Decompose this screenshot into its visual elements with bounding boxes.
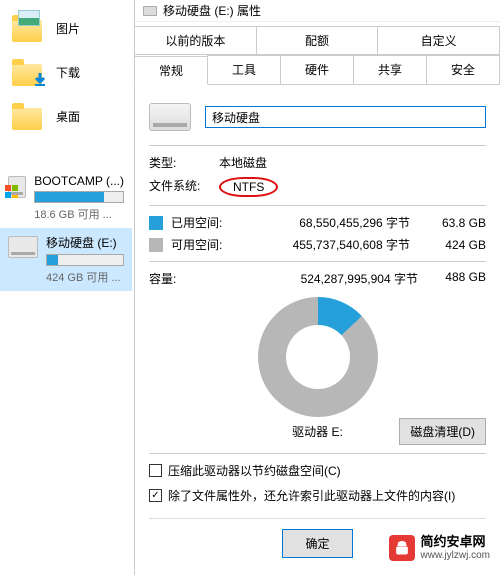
free-swatch bbox=[149, 238, 163, 252]
tabs-row-2: 常规 工具 硬件 共享 安全 bbox=[135, 55, 500, 85]
desktop-icon bbox=[12, 102, 46, 130]
usage-donut-chart bbox=[258, 297, 378, 417]
drive-free-text: 18.6 GB 可用 ... bbox=[34, 206, 124, 222]
filesystem-label: 文件系统: bbox=[149, 177, 219, 197]
filesystem-value: NTFS bbox=[219, 177, 278, 197]
used-swatch bbox=[149, 216, 163, 230]
pictures-icon bbox=[12, 14, 46, 42]
sidebar-label: 图片 bbox=[56, 20, 80, 37]
used-gb: 63.8 GB bbox=[428, 216, 486, 230]
watermark-url: www.jylzwj.com bbox=[421, 550, 490, 561]
sidebar-item-downloads[interactable]: 下载 bbox=[12, 50, 132, 94]
drive-letter-label: 驱动器 E: bbox=[292, 423, 343, 440]
capacity-bytes: 524,287,995,904 字节 bbox=[231, 270, 428, 287]
compress-label: 压缩此驱动器以节约磁盘空间(C) bbox=[168, 462, 341, 479]
downloads-icon bbox=[12, 58, 46, 86]
free-bytes: 455,737,540,608 字节 bbox=[239, 236, 420, 253]
drive-name: BOOTCAMP (...) bbox=[34, 174, 124, 188]
index-label: 除了文件属性外，还允许索引此驱动器上文件的内容(I) bbox=[168, 487, 455, 504]
tab-sharing[interactable]: 共享 bbox=[353, 55, 427, 84]
watermark: 简约安卓网 www.jylzwj.com bbox=[385, 533, 494, 563]
sidebar-item-desktop[interactable]: 桌面 bbox=[12, 94, 132, 138]
quick-access: 图片 下载 桌面 bbox=[0, 0, 132, 138]
index-checkbox-row[interactable]: ✓ 除了文件属性外，还允许索引此驱动器上文件的内容(I) bbox=[149, 487, 486, 504]
drive-usage-bar bbox=[34, 191, 124, 203]
type-value: 本地磁盘 bbox=[219, 154, 267, 171]
tab-security[interactable]: 安全 bbox=[426, 55, 500, 84]
drive-item-removable[interactable]: 移动硬盘 (E:) 424 GB 可用 ... bbox=[0, 228, 132, 291]
drive-icon bbox=[143, 6, 157, 16]
tab-customize[interactable]: 自定义 bbox=[377, 26, 500, 54]
sidebar-label: 桌面 bbox=[56, 108, 80, 125]
properties-dialog: 移动硬盘 (E:) 属性 以前的版本 配额 自定义 常规 工具 硬件 共享 安全… bbox=[134, 0, 500, 575]
type-label: 类型: bbox=[149, 154, 219, 171]
free-gb: 424 GB bbox=[428, 238, 486, 252]
drive-item-bootcamp[interactable]: BOOTCAMP (...) 18.6 GB 可用 ... bbox=[0, 168, 132, 228]
drive-icon bbox=[8, 236, 38, 258]
tab-previous-versions[interactable]: 以前的版本 bbox=[134, 26, 257, 54]
explorer-sidebar: 图片 下载 桌面 BOOTCAMP (...) 18.6 GB 可用 ... bbox=[0, 0, 132, 575]
android-icon bbox=[389, 535, 415, 561]
capacity-gb: 488 GB bbox=[428, 270, 486, 287]
drives-list: BOOTCAMP (...) 18.6 GB 可用 ... 移动硬盘 (E:) … bbox=[0, 168, 132, 291]
compress-checkbox-row[interactable]: 压缩此驱动器以节约磁盘空间(C) bbox=[149, 462, 486, 479]
drive-usage-bar bbox=[46, 254, 124, 266]
tab-general[interactable]: 常规 bbox=[134, 56, 208, 85]
checkbox-icon: ✓ bbox=[149, 489, 162, 502]
drive-icon bbox=[8, 176, 26, 198]
capacity-label: 容量: bbox=[149, 270, 231, 287]
sidebar-label: 下载 bbox=[56, 64, 80, 81]
tab-hardware[interactable]: 硬件 bbox=[280, 55, 354, 84]
dialog-titlebar[interactable]: 移动硬盘 (E:) 属性 bbox=[135, 0, 500, 22]
drive-free-text: 424 GB 可用 ... bbox=[46, 269, 124, 285]
watermark-title: 简约安卓网 bbox=[421, 535, 490, 549]
free-label: 可用空间: bbox=[171, 236, 231, 253]
drive-icon bbox=[149, 103, 191, 131]
drive-name-input[interactable] bbox=[205, 106, 486, 128]
tabs-row-1: 以前的版本 配额 自定义 bbox=[135, 26, 500, 55]
dialog-title: 移动硬盘 (E:) 属性 bbox=[163, 2, 261, 19]
used-bytes: 68,550,455,296 字节 bbox=[239, 214, 420, 231]
general-panel: 类型:本地磁盘 文件系统:NTFS 已用空间: 68,550,455,296 字… bbox=[135, 85, 500, 568]
drive-name: 移动硬盘 (E:) bbox=[46, 234, 124, 251]
ok-button[interactable]: 确定 bbox=[282, 529, 352, 558]
checkbox-icon bbox=[149, 464, 162, 477]
tab-tools[interactable]: 工具 bbox=[207, 55, 281, 84]
sidebar-item-pictures[interactable]: 图片 bbox=[12, 6, 132, 50]
used-label: 已用空间: bbox=[171, 214, 231, 231]
tab-quota[interactable]: 配额 bbox=[256, 26, 379, 54]
disk-cleanup-button[interactable]: 磁盘清理(D) bbox=[399, 418, 486, 445]
